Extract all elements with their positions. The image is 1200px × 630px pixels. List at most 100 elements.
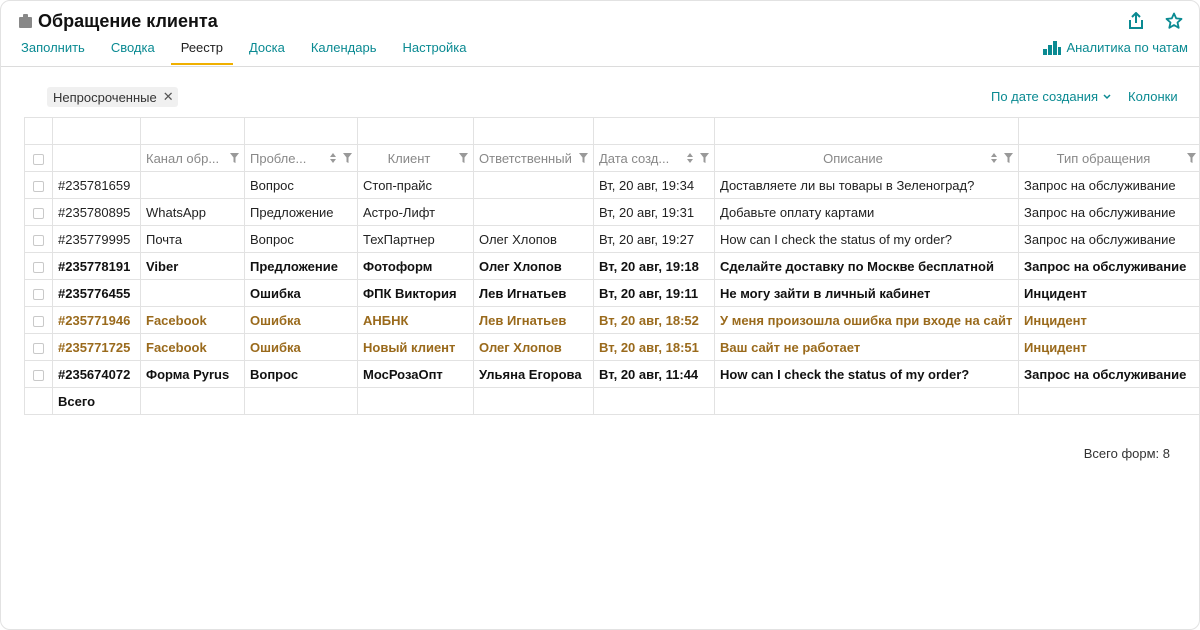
sort-icon[interactable] — [329, 153, 337, 163]
select-all-checkbox[interactable] — [33, 153, 44, 165]
tab-summary[interactable]: Сводка — [101, 37, 165, 65]
cell-description: Доставляете ли вы товары в Зеленоград? — [714, 171, 1019, 199]
filter-icon[interactable] — [1187, 153, 1196, 163]
row-checkbox[interactable] — [33, 315, 44, 327]
row-select-cell — [24, 306, 53, 334]
total-cell — [593, 387, 715, 415]
tab-fill[interactable]: Заполнить — [11, 37, 95, 65]
cell-type: Инцидент — [1018, 333, 1199, 361]
total-cell — [140, 387, 245, 415]
cell-date: Вт, 20 авг, 19:27 — [593, 225, 715, 253]
cell-id: #235674072 — [52, 360, 141, 388]
cell-description: How can I check the status of my order? — [714, 225, 1019, 253]
header-client[interactable]: Клиент — [357, 144, 474, 172]
cell-type: Инцидент — [1018, 306, 1199, 334]
filter-chip-label: Непросроченные — [53, 89, 157, 105]
cell-responsible: Ульяна Егорова — [473, 360, 594, 388]
cell-channel: Почта — [140, 225, 245, 253]
header-type[interactable]: Тип обращения — [1018, 144, 1199, 172]
share-button[interactable] — [1121, 9, 1151, 33]
row-checkbox[interactable] — [33, 261, 44, 273]
row-checkbox[interactable] — [33, 288, 44, 300]
table-row[interactable]: #235776455 Ошибка ФПК Виктория Лев Игнатьев… — [24, 279, 1199, 307]
cell-channel — [140, 171, 245, 199]
sort-icon[interactable] — [686, 153, 694, 163]
table-row[interactable]: #235781659 Вопрос Стоп-прайс Вт, 20 авг, 19… — [24, 171, 1199, 199]
header-description[interactable]: Описание — [714, 144, 1019, 172]
app-window: Обращение клиента Заполнить Сводка Реест… — [0, 0, 1200, 630]
cell-id: #235771946 — [52, 306, 141, 334]
sort-label: По дате создания — [991, 89, 1099, 104]
cell-id: #235781659 — [52, 171, 141, 199]
table-row[interactable]: #235674072 Форма Pyrus Вопрос МосРозаОпт Уль… — [24, 360, 1199, 388]
header-actions — [1121, 9, 1189, 33]
table-row[interactable]: #235771725 Facebook Ошибка Новый клиент Олег… — [24, 333, 1199, 361]
total-cell — [473, 387, 594, 415]
header-responsible[interactable]: Ответственный — [473, 144, 594, 172]
filter-icon[interactable] — [1004, 153, 1013, 163]
close-icon[interactable]: ✕ — [163, 89, 174, 105]
row-checkbox[interactable] — [33, 180, 44, 192]
chevron-down-icon — [1103, 93, 1111, 99]
row-checkbox[interactable] — [33, 369, 44, 381]
row-checkbox[interactable] — [33, 207, 44, 219]
tab-registry[interactable]: Реестр — [170, 37, 233, 65]
tab-calendar[interactable]: Календарь — [301, 37, 387, 65]
cell-id: #235778191 — [52, 252, 141, 280]
filter-icon[interactable] — [230, 153, 239, 163]
sort-dropdown[interactable]: По дате создания — [991, 89, 1111, 104]
header-problem[interactable]: Пробле... — [244, 144, 358, 172]
cell-responsible: Олег Хлопов — [473, 252, 594, 280]
tab-bar: Заполнить Сводка Реестр Доска Календарь … — [11, 37, 482, 67]
sort-icon[interactable] — [990, 153, 998, 163]
row-select-cell — [24, 279, 53, 307]
bar-chart-icon — [1043, 40, 1062, 55]
filter-icon[interactable] — [579, 153, 588, 163]
cell-description: У меня произошла ошибка при входе на сай… — [714, 306, 1019, 334]
cell-channel: Facebook — [140, 306, 245, 334]
cell-channel — [140, 279, 245, 307]
clipboard-icon — [19, 14, 32, 28]
header-id — [52, 144, 141, 172]
filter-icon[interactable] — [343, 153, 352, 163]
total-cell — [357, 387, 474, 415]
row-select-cell — [24, 333, 53, 361]
filter-chip[interactable]: Непросроченные ✕ — [47, 87, 178, 107]
cell-client: МосРозаОпт — [357, 360, 474, 388]
registry-table: Канал обр... Пробле... Клиент Ответствен… — [24, 117, 1199, 415]
cell-responsible: Лев Игнатьев — [473, 279, 594, 307]
columns-button[interactable]: Колонки — [1128, 89, 1178, 104]
header-date[interactable]: Дата созд... — [593, 144, 715, 172]
cell-responsible: Олег Хлопов — [473, 225, 594, 253]
row-select-cell — [24, 225, 53, 253]
total-cell — [24, 387, 53, 415]
cell-date: Вт, 20 авг, 18:51 — [593, 333, 715, 361]
cell-responsible — [473, 171, 594, 199]
table-row[interactable]: #235778191 Viber Предложение Фотоформ Олег Х… — [24, 252, 1199, 280]
table-row[interactable]: #235779995 Почта Вопрос ТехПартнер Олег Хлоп… — [24, 225, 1199, 253]
header-channel[interactable]: Канал обр... — [140, 144, 245, 172]
row-select-cell — [24, 252, 53, 280]
tab-settings[interactable]: Настройка — [392, 37, 476, 65]
cell-client: Новый клиент — [357, 333, 474, 361]
cell-problem: Предложение — [244, 198, 358, 226]
favorite-button[interactable] — [1159, 9, 1189, 33]
tab-board[interactable]: Доска — [239, 37, 295, 65]
cell-date: Вт, 20 авг, 19:18 — [593, 252, 715, 280]
analytics-link[interactable]: Аналитика по чатам — [1043, 40, 1188, 55]
cell-problem: Вопрос — [244, 171, 358, 199]
row-select-cell — [24, 360, 53, 388]
row-checkbox[interactable] — [33, 342, 44, 354]
table-row[interactable]: #235780895 WhatsApp Предложение Астро-Лифт В… — [24, 198, 1199, 226]
table-row[interactable]: #235771946 Facebook Ошибка АНБНК Лев Игнатье… — [24, 306, 1199, 334]
cell-type: Запрос на обслуживание — [1018, 171, 1199, 199]
cell-description: Не могу зайти в личный кабинет — [714, 279, 1019, 307]
cell-type: Инцидент — [1018, 279, 1199, 307]
row-checkbox[interactable] — [33, 234, 44, 246]
table-header-row: Канал обр... Пробле... Клиент Ответствен… — [24, 144, 1199, 172]
filter-icon[interactable] — [700, 153, 709, 163]
cell-responsible: Олег Хлопов — [473, 333, 594, 361]
cell-type: Запрос на обслуживание — [1018, 198, 1199, 226]
filter-icon[interactable] — [459, 153, 468, 163]
cell-type: Запрос на обслуживание — [1018, 225, 1199, 253]
